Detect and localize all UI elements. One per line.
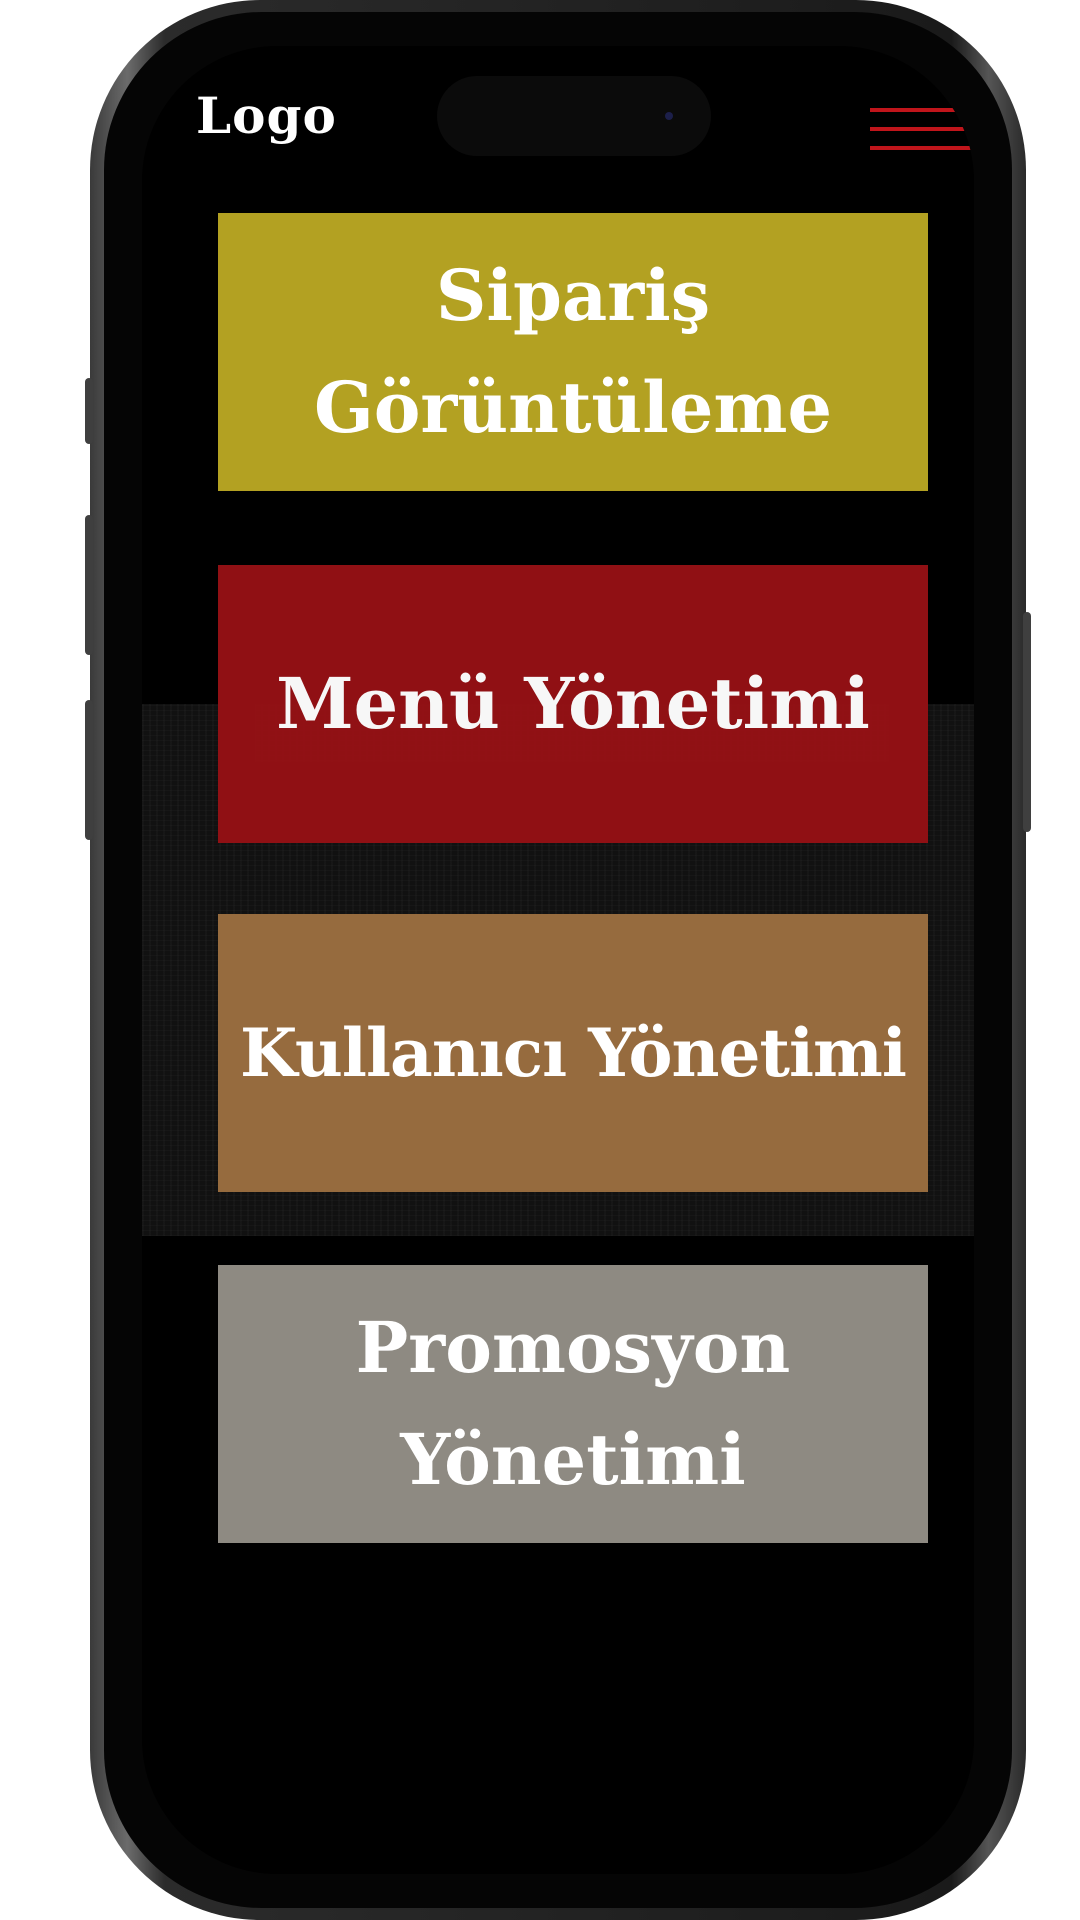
action-button xyxy=(85,378,93,444)
dynamic-island xyxy=(437,76,711,156)
promotion-management-label: Promosyon Yönetimi xyxy=(355,1306,791,1501)
order-viewing-button[interactable]: Sipariş Görüntüleme xyxy=(218,213,928,491)
menu-management-button[interactable]: Menü Yönetimi xyxy=(218,565,928,843)
volume-up-button xyxy=(85,515,93,655)
order-viewing-label: Sipariş Görüntüleme xyxy=(313,254,833,449)
menu-management-label: Menü Yönetimi xyxy=(276,662,870,745)
app-logo[interactable]: Logo xyxy=(196,86,337,145)
phone-bezel: Logo Sipariş Görüntüleme Menü Yönetimi K… xyxy=(104,12,1012,1908)
promotion-management-button[interactable]: Promosyon Yönetimi xyxy=(218,1265,928,1543)
app-screen: Logo Sipariş Görüntüleme Menü Yönetimi K… xyxy=(142,46,974,1874)
camera-lens xyxy=(665,112,673,120)
volume-down-button xyxy=(85,700,93,840)
phone-frame: Logo Sipariş Görüntüleme Menü Yönetimi K… xyxy=(85,0,1031,1920)
power-button xyxy=(1023,612,1031,832)
hamburger-menu-icon[interactable] xyxy=(870,108,974,150)
user-management-button[interactable]: Kullanıcı Yönetimi xyxy=(218,914,928,1192)
user-management-label: Kullanıcı Yönetimi xyxy=(240,1014,907,1092)
